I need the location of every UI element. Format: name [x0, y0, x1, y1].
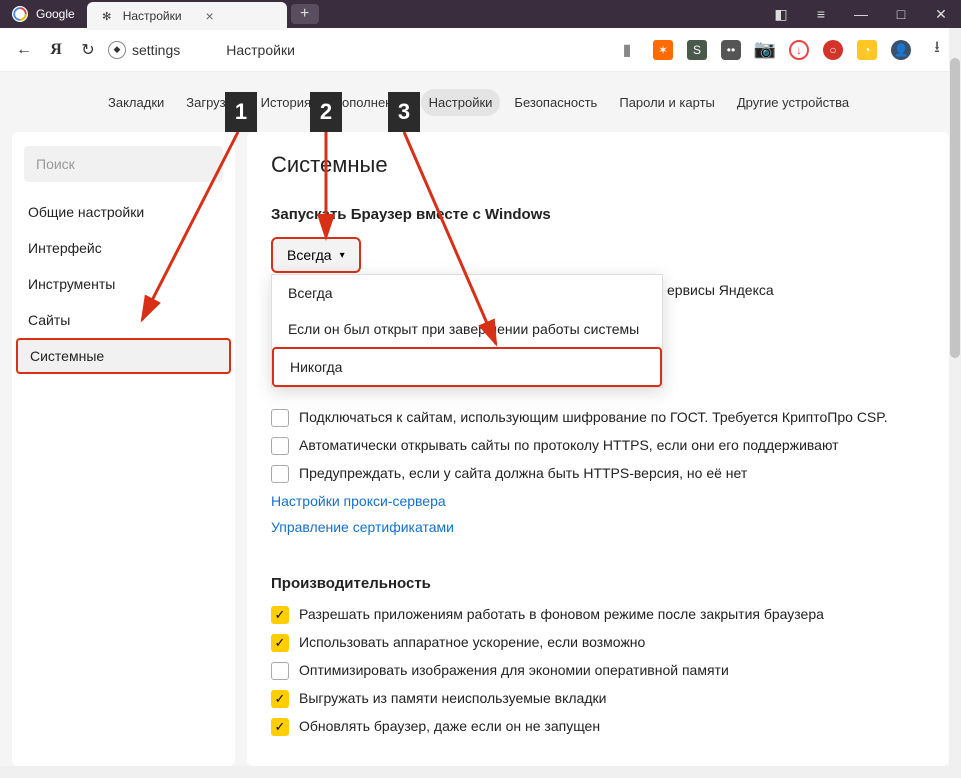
dd-option-ifopen[interactable]: Если он был открыт при завершении работы… — [272, 311, 662, 347]
yandex-home-icon[interactable]: Я — [44, 38, 68, 62]
checkbox[interactable] — [271, 437, 289, 455]
checkbox[interactable]: ✓ — [271, 606, 289, 624]
check-background[interactable]: ✓ Разрешать приложениям работать в фонов… — [271, 606, 925, 624]
tab-settings[interactable]: ✻ Настройки × — [87, 2, 287, 30]
sidebar-item-interface[interactable]: Интерфейс — [12, 230, 235, 266]
checkbox[interactable] — [271, 662, 289, 680]
nav-bookmarks[interactable]: Закладки — [100, 89, 172, 116]
check-https-warn[interactable]: Предупреждать, если у сайта должна быть … — [271, 465, 925, 483]
ext-icon-4[interactable]: 📷 — [755, 40, 775, 60]
downloads-icon[interactable]: ⭳ — [925, 38, 949, 62]
nav-devices[interactable]: Другие устройства — [729, 89, 857, 116]
horizontal-scrollbar[interactable] — [0, 766, 961, 778]
ext-icon-1[interactable]: ✶ — [653, 40, 673, 60]
check-optimg[interactable]: Оптимизировать изображения для экономии … — [271, 662, 925, 680]
check-unload[interactable]: ✓ Выгружать из памяти неиспользуемые вкл… — [271, 690, 925, 708]
minimize-icon[interactable]: ― — [841, 0, 881, 28]
section-title: Системные — [271, 152, 925, 178]
annotation-1: 1 — [225, 92, 257, 132]
menu-icon[interactable]: ≡ — [801, 0, 841, 28]
bookmark-icon[interactable]: ▮ — [615, 38, 639, 62]
sidebar-toggle-icon[interactable]: ◧ — [761, 0, 801, 28]
check-label: Обновлять браузер, даже если он не запущ… — [299, 718, 600, 734]
check-hwaccel[interactable]: ✓ Использовать аппаратное ускорение, есл… — [271, 634, 925, 652]
gear-icon: ✻ — [99, 8, 115, 24]
address-path: settings — [132, 42, 180, 58]
cert-link[interactable]: Управление сертификатами — [271, 519, 925, 535]
back-button[interactable]: ← — [12, 38, 36, 62]
check-label: Автоматически открывать сайты по протоко… — [299, 437, 839, 453]
tab-google[interactable]: Google — [0, 0, 87, 28]
dropdown-menu: Всегда Если он был открыт при завершении… — [271, 274, 663, 388]
checkbox[interactable]: ✓ — [271, 634, 289, 652]
ext-icon-5[interactable]: ↓ — [789, 40, 809, 60]
check-label: Использовать аппаратное ускорение, если … — [299, 634, 645, 650]
tab-title: Настройки — [123, 9, 182, 23]
close-window-icon[interactable]: ✕ — [921, 0, 961, 28]
sidebar-item-system[interactable]: Системные — [16, 338, 231, 374]
ext-icon-2[interactable]: S — [687, 40, 707, 60]
maximize-icon[interactable]: □ — [881, 0, 921, 28]
checkbox[interactable] — [271, 409, 289, 427]
tab-title: Google — [36, 7, 75, 21]
perf-title: Производительность — [271, 575, 925, 592]
search-input[interactable]: Поиск — [24, 146, 223, 182]
shield-icon: ◆ — [108, 41, 126, 59]
check-label: Предупреждать, если у сайта должна быть … — [299, 465, 747, 481]
check-label: Разрешать приложениям работать в фоновом… — [299, 606, 824, 622]
nav-security[interactable]: Безопасность — [506, 89, 605, 116]
ext-icon-6[interactable]: ○ — [823, 40, 843, 60]
check-label: Подключаться к сайтам, использующим шифр… — [299, 409, 888, 425]
check-https-open[interactable]: Автоматически открывать сайты по протоко… — [271, 437, 925, 455]
dd-option-always[interactable]: Всегда — [272, 275, 662, 311]
scroll-thumb[interactable] — [950, 58, 960, 358]
dd-option-never[interactable]: Никогда — [272, 347, 662, 387]
checkbox[interactable]: ✓ — [271, 718, 289, 736]
sidebar: Поиск Общие настройки Интерфейс Инструме… — [12, 132, 235, 766]
address-bar[interactable]: ◆ settings Настройки — [108, 41, 295, 59]
extension-bar: ▮ ✶ S •• 📷 ↓ ○ ◔ 👤 ⭳ — [615, 38, 949, 62]
ext-icon-7[interactable]: ◔ — [857, 40, 877, 60]
reload-button[interactable]: ↻ — [76, 38, 100, 62]
ext-icon-8[interactable]: 👤 — [891, 40, 911, 60]
startup-label: Запускать Браузер вместе с Windows — [271, 206, 925, 223]
toolbar: ← Я ↻ ◆ settings Настройки ▮ ✶ S •• 📷 ↓ … — [0, 28, 961, 72]
google-favicon — [12, 6, 28, 22]
check-label: Выгружать из памяти неиспользуемые вклад… — [299, 690, 606, 706]
check-label: Оптимизировать изображения для экономии … — [299, 662, 729, 678]
check-gost[interactable]: Подключаться к сайтам, использующим шифр… — [271, 409, 925, 427]
window-controls: ◧ ≡ ― □ ✕ — [761, 0, 961, 28]
nav-passwords[interactable]: Пароли и карты — [611, 89, 723, 116]
vertical-scrollbar[interactable] — [949, 28, 961, 766]
titlebar: Google ✻ Настройки × + ◧ ≡ ― □ ✕ — [0, 0, 961, 28]
settings-nav: Закладки Загрузки История Дополнения Нас… — [0, 72, 961, 132]
sidebar-item-sites[interactable]: Сайты — [12, 302, 235, 338]
checkbox[interactable]: ✓ — [271, 690, 289, 708]
chevron-down-icon: ▾ — [340, 250, 345, 261]
sidebar-item-general[interactable]: Общие настройки — [12, 194, 235, 230]
close-icon[interactable]: × — [206, 8, 214, 24]
dropdown-value: Всегда — [287, 247, 332, 263]
address-title: Настройки — [226, 42, 295, 58]
proxy-link[interactable]: Настройки прокси-сервера — [271, 493, 925, 509]
annotation-2: 2 — [310, 92, 342, 132]
checkbox[interactable] — [271, 465, 289, 483]
startup-dropdown[interactable]: Всегда ▾ — [271, 237, 361, 273]
new-tab-button[interactable]: + — [291, 4, 319, 24]
annotation-3: 3 — [388, 92, 420, 132]
sidebar-item-tools[interactable]: Инструменты — [12, 266, 235, 302]
main-area: Поиск Общие настройки Интерфейс Инструме… — [0, 132, 961, 766]
partial-text: ервисы Яндекса — [667, 282, 774, 298]
ext-icon-3[interactable]: •• — [721, 40, 741, 60]
content-panel: Системные Запускать Браузер вместе с Win… — [247, 132, 949, 766]
check-update[interactable]: ✓ Обновлять браузер, даже если он не зап… — [271, 718, 925, 736]
nav-settings[interactable]: Настройки — [421, 89, 501, 116]
